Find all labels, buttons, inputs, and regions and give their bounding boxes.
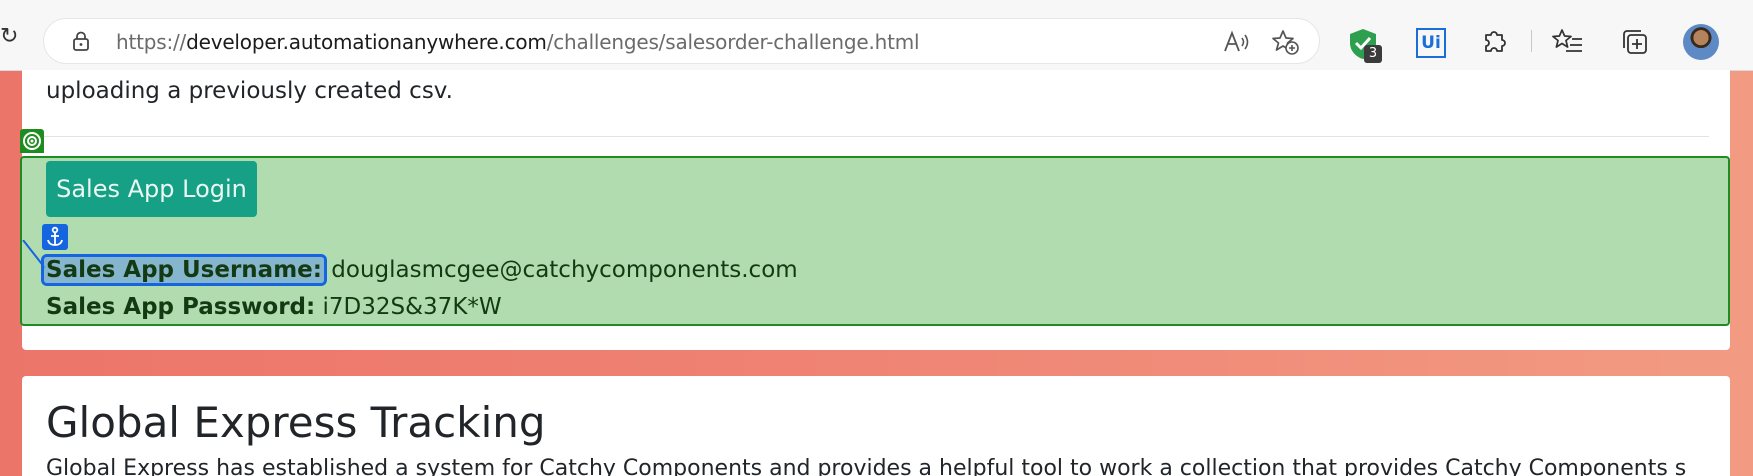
password-label: Sales App Password: [46,294,316,320]
extension-badge-count: 3 [1364,45,1382,63]
favorites-icon[interactable] [1552,27,1584,55]
lock-icon[interactable] [70,30,92,52]
anchor-glyph [47,226,63,246]
toolbar-separator [1531,30,1532,52]
address-bar[interactable]: https://developer.automationanywhere.com… [44,19,1319,63]
tracking-card: Global Express Tracking Global Express h… [22,376,1730,476]
intro-text: uploading a previously created csv. [46,78,453,104]
target-glyph [23,132,41,150]
divider [44,136,1709,137]
target-icon [20,129,44,153]
username-value: douglasmcgee@catchycomponents.com [331,257,798,283]
username-row: Sales App Username: douglasmcgee@catchyc… [44,257,798,283]
url-path: /challenges/salesorder-challenge.html [546,30,920,54]
password-row: Sales App Password: i7D32S&37K*W [46,294,502,320]
anchor-icon [42,224,68,250]
url-scheme: https:// [116,30,187,54]
extensions-icon[interactable] [1480,26,1510,56]
section-title: Global Express Tracking [46,398,546,447]
section-snippet: Global Express has established a system … [46,456,1686,476]
favorite-add-icon[interactable] [1270,28,1300,56]
profile-avatar[interactable] [1683,24,1719,60]
url-text[interactable]: https://developer.automationanywhere.com… [116,30,920,54]
uipath-extension-icon[interactable]: Ui [1416,28,1446,58]
password-value: i7D32S&37K*W [322,294,502,320]
browser-toolbar: ↻ https://developer.automationanywhere.c… [0,0,1753,71]
username-label[interactable]: Sales App Username: [44,257,324,283]
sales-app-login-button[interactable]: Sales App Login [46,161,257,217]
collections-icon[interactable] [1620,27,1650,57]
reload-icon[interactable]: ↻ [0,26,18,48]
url-host: developer.automationanywhere.com [186,30,547,54]
read-aloud-icon[interactable] [1222,29,1250,55]
